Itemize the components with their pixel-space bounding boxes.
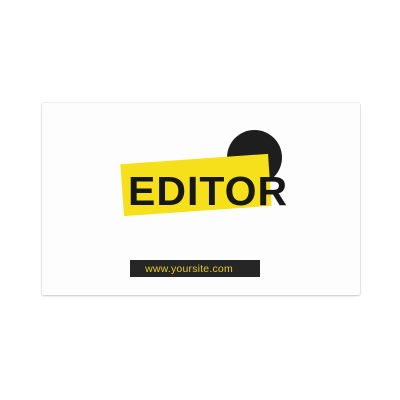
website-text: www.yoursite.com <box>145 262 233 275</box>
card-title: EDITOR <box>128 168 289 214</box>
website-bar: www.yoursite.com <box>130 260 260 277</box>
business-card: EDITOR www.yoursite.com <box>42 103 360 295</box>
